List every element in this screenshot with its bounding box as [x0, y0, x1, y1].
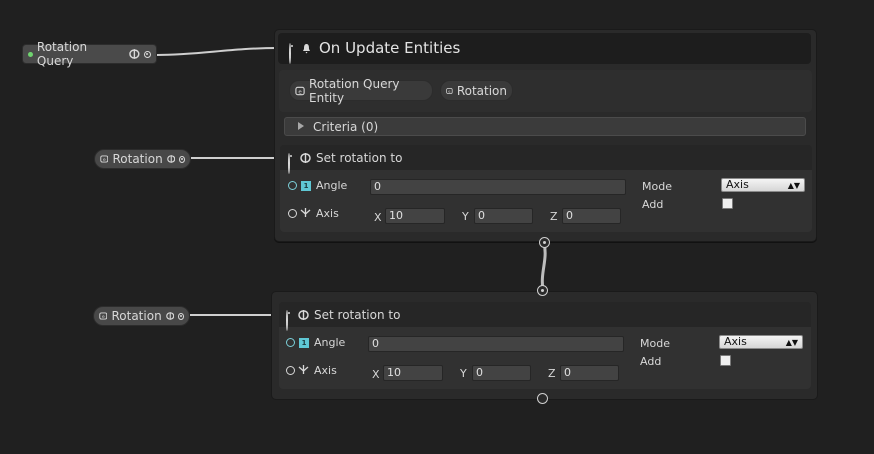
tag-label: Rotation Query Entity: [309, 76, 400, 105]
axis-x-input[interactable]: 10: [383, 365, 443, 381]
dropdown-arrow-icon: ▲▼: [785, 338, 798, 347]
svg-text:e: e: [448, 89, 451, 93]
variable-label: Rotation: [112, 152, 163, 166]
variable-label: Rotation Query: [36, 40, 88, 68]
number-type-icon: 1: [301, 181, 311, 191]
mode-value: Axis: [724, 335, 747, 348]
variable-rotation-query[interactable]: Rotation Query: [22, 40, 157, 68]
mode-label: Mode: [642, 180, 672, 193]
number-type-icon: 1: [299, 338, 309, 348]
group-title: On Update Entities: [319, 39, 461, 57]
add-checkbox[interactable]: [720, 355, 731, 366]
output-port-icon[interactable]: [144, 50, 151, 58]
variable-rotation-1[interactable]: e Rotation: [94, 149, 191, 169]
mode-label: Mode: [640, 337, 670, 350]
tag-label: Rotation: [456, 83, 507, 98]
axis-y-input[interactable]: 0: [472, 365, 531, 381]
svg-text:e: e: [102, 315, 105, 320]
set-rotation-node-2[interactable]: Set rotation to 1 Angle 0 Axis X 10 Y 0 …: [279, 302, 811, 389]
variable-label: Rotation: [111, 309, 162, 323]
angle-input[interactable]: 0: [370, 179, 626, 195]
add-label: Add: [642, 198, 664, 211]
tag-rotation[interactable]: e Rotation: [440, 80, 513, 101]
angle-input[interactable]: 0: [368, 336, 624, 352]
node-title: Set rotation to: [316, 151, 403, 165]
axis-z-input[interactable]: 0: [560, 365, 619, 381]
group-input-port-icon[interactable]: [289, 43, 291, 64]
rotation-type-icon: [298, 310, 309, 320]
rotation-type-icon: [165, 312, 174, 320]
output-port-icon[interactable]: [178, 312, 185, 320]
axis-x-label: X: [374, 211, 382, 224]
entity-type-icon: e: [99, 312, 108, 320]
axis-x-input[interactable]: 10: [385, 208, 445, 224]
axis-z-label: Z: [550, 210, 558, 223]
angle-label: Angle: [316, 179, 348, 192]
axis-label: Axis: [314, 364, 337, 377]
axis-input-port-icon[interactable]: [286, 366, 295, 375]
rotation-type-icon: [300, 153, 311, 163]
rotation-type-icon: [129, 49, 140, 59]
axis-label: Axis: [316, 207, 339, 220]
add-label: Add: [640, 355, 662, 368]
node-2-output-flow-port-icon[interactable]: [537, 393, 548, 404]
entity-type-icon: e: [295, 86, 305, 95]
axis-x-label: X: [372, 368, 380, 381]
tag-rotation-query-entity[interactable]: e Rotation Query Entity: [289, 77, 433, 105]
axis-input-port-icon[interactable]: [288, 209, 297, 218]
node-input-port-icon[interactable]: [288, 153, 290, 174]
axis-y-label: Y: [460, 367, 467, 380]
axis-z-label: Z: [548, 367, 556, 380]
node-title: Set rotation to: [314, 308, 401, 322]
variable-rotation-2[interactable]: e Rotation: [93, 306, 190, 326]
vector-type-icon: [300, 208, 311, 217]
query-status-dot: [28, 51, 33, 57]
entity-type-icon: e: [100, 155, 109, 163]
dropdown-arrow-icon: ▲▼: [787, 181, 800, 190]
node-2-input-flow-port-icon[interactable]: [537, 285, 548, 296]
angle-label: Angle: [314, 336, 346, 349]
rotation-type-icon: [166, 155, 175, 163]
mode-dropdown[interactable]: Axis ▲▼: [721, 178, 805, 192]
criteria-label: Criteria (0): [313, 120, 379, 134]
node-input-port-icon[interactable]: [286, 310, 288, 331]
angle-input-port-icon[interactable]: [286, 338, 295, 347]
set-rotation-node-1[interactable]: Set rotation to 1 Angle 0 Axis X 10 Y 0 …: [280, 145, 812, 232]
axis-y-input[interactable]: 0: [474, 208, 533, 224]
add-checkbox[interactable]: [722, 198, 733, 209]
svg-text:e: e: [103, 158, 106, 163]
entity-type-icon: e: [446, 87, 453, 94]
angle-input-port-icon[interactable]: [288, 181, 297, 190]
node-1-output-port-icon[interactable]: [539, 237, 550, 248]
vector-type-icon: [298, 365, 309, 374]
mode-value: Axis: [726, 178, 749, 191]
axis-z-input[interactable]: 0: [562, 208, 621, 224]
event-bell-icon: [303, 44, 310, 54]
criteria-foldout[interactable]: Criteria (0): [284, 117, 806, 136]
output-port-icon[interactable]: [179, 155, 186, 163]
mode-dropdown[interactable]: Axis ▲▼: [719, 335, 803, 349]
expand-triangle-icon[interactable]: [298, 122, 304, 130]
axis-y-label: Y: [462, 210, 469, 223]
